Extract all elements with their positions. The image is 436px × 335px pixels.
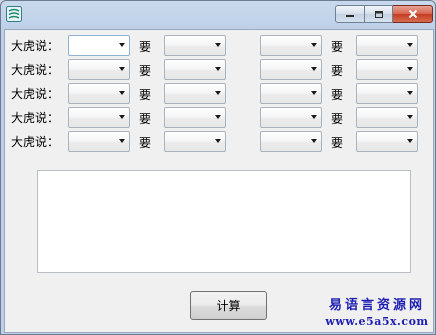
output-textarea[interactable]	[37, 170, 411, 273]
combo-box[interactable]	[164, 35, 226, 56]
dropdown-arrow-icon[interactable]	[215, 115, 221, 119]
connector-label: 要	[139, 112, 152, 126]
row-label: 大虎说：	[11, 111, 60, 125]
dropdown-arrow-icon[interactable]	[215, 43, 221, 47]
watermark: 易语言资源网 www.e5a5x.com	[319, 298, 435, 329]
dropdown-arrow-icon[interactable]	[407, 139, 413, 143]
dropdown-arrow-icon[interactable]	[407, 43, 413, 47]
row-label: 大虎说：	[11, 39, 60, 53]
connector-label: 要	[331, 40, 344, 54]
dropdown-arrow-icon[interactable]	[311, 139, 317, 143]
combo-box[interactable]	[164, 59, 226, 80]
dropdown-arrow-icon[interactable]	[215, 67, 221, 71]
combo-box[interactable]	[260, 131, 322, 152]
combo-box[interactable]	[356, 83, 418, 104]
combo-box[interactable]	[356, 35, 418, 56]
close-button[interactable]	[393, 5, 433, 23]
minimize-button[interactable]	[335, 5, 365, 23]
dropdown-arrow-icon[interactable]	[119, 139, 125, 143]
dropdown-arrow-icon[interactable]	[311, 67, 317, 71]
dropdown-arrow-icon[interactable]	[311, 43, 317, 47]
dropdown-arrow-icon[interactable]	[407, 67, 413, 71]
combo-box[interactable]	[260, 35, 322, 56]
connector-label: 要	[331, 136, 344, 150]
app-logo-icon	[6, 6, 22, 22]
combo-box[interactable]	[68, 131, 130, 152]
connector-label: 要	[139, 136, 152, 150]
dropdown-arrow-icon[interactable]	[119, 67, 125, 71]
connector-label: 要	[331, 64, 344, 78]
combo-box[interactable]	[260, 83, 322, 104]
combo-box[interactable]	[164, 83, 226, 104]
watermark-title: 易语言资源网	[328, 298, 425, 313]
title-bar[interactable]	[1, 1, 435, 29]
maximize-button[interactable]	[365, 5, 393, 23]
combo-box[interactable]	[164, 107, 226, 128]
dropdown-arrow-icon[interactable]	[407, 115, 413, 119]
combo-box[interactable]	[356, 107, 418, 128]
combo-box[interactable]	[68, 59, 130, 80]
calculate-button[interactable]: 计算	[190, 291, 267, 320]
minimize-icon	[346, 15, 354, 17]
dropdown-arrow-icon[interactable]	[119, 91, 125, 95]
connector-label: 要	[331, 88, 344, 102]
combo-box[interactable]	[356, 59, 418, 80]
dropdown-arrow-icon[interactable]	[119, 43, 125, 47]
maximize-icon	[374, 10, 383, 18]
connector-label: 要	[331, 112, 344, 126]
dropdown-arrow-icon[interactable]	[311, 91, 317, 95]
dropdown-arrow-icon[interactable]	[407, 91, 413, 95]
row-label: 大虎说：	[11, 135, 60, 149]
combo-box[interactable]	[68, 107, 130, 128]
dropdown-arrow-icon[interactable]	[119, 115, 125, 119]
dropdown-arrow-icon[interactable]	[215, 91, 221, 95]
dropdown-arrow-icon[interactable]	[215, 139, 221, 143]
watermark-url: www.e5a5x.com	[325, 315, 429, 328]
combo-box[interactable]	[260, 59, 322, 80]
connector-label: 要	[139, 40, 152, 54]
app-window: 大虎说：要要大虎说：要要大虎说：要要大虎说：要要大虎说：要要 计算 易语言资源网…	[0, 0, 436, 335]
close-icon	[408, 9, 417, 19]
combo-box[interactable]	[260, 107, 322, 128]
dropdown-arrow-icon[interactable]	[311, 115, 317, 119]
combo-box[interactable]	[68, 35, 130, 56]
connector-label: 要	[139, 88, 152, 102]
combo-box[interactable]	[164, 131, 226, 152]
connector-label: 要	[139, 64, 152, 78]
combo-box[interactable]	[356, 131, 418, 152]
row-label: 大虎说：	[11, 87, 60, 101]
combo-box[interactable]	[68, 83, 130, 104]
client-area: 大虎说：要要大虎说：要要大虎说：要要大虎说：要要大虎说：要要 计算	[4, 29, 434, 333]
row-label: 大虎说：	[11, 63, 60, 77]
